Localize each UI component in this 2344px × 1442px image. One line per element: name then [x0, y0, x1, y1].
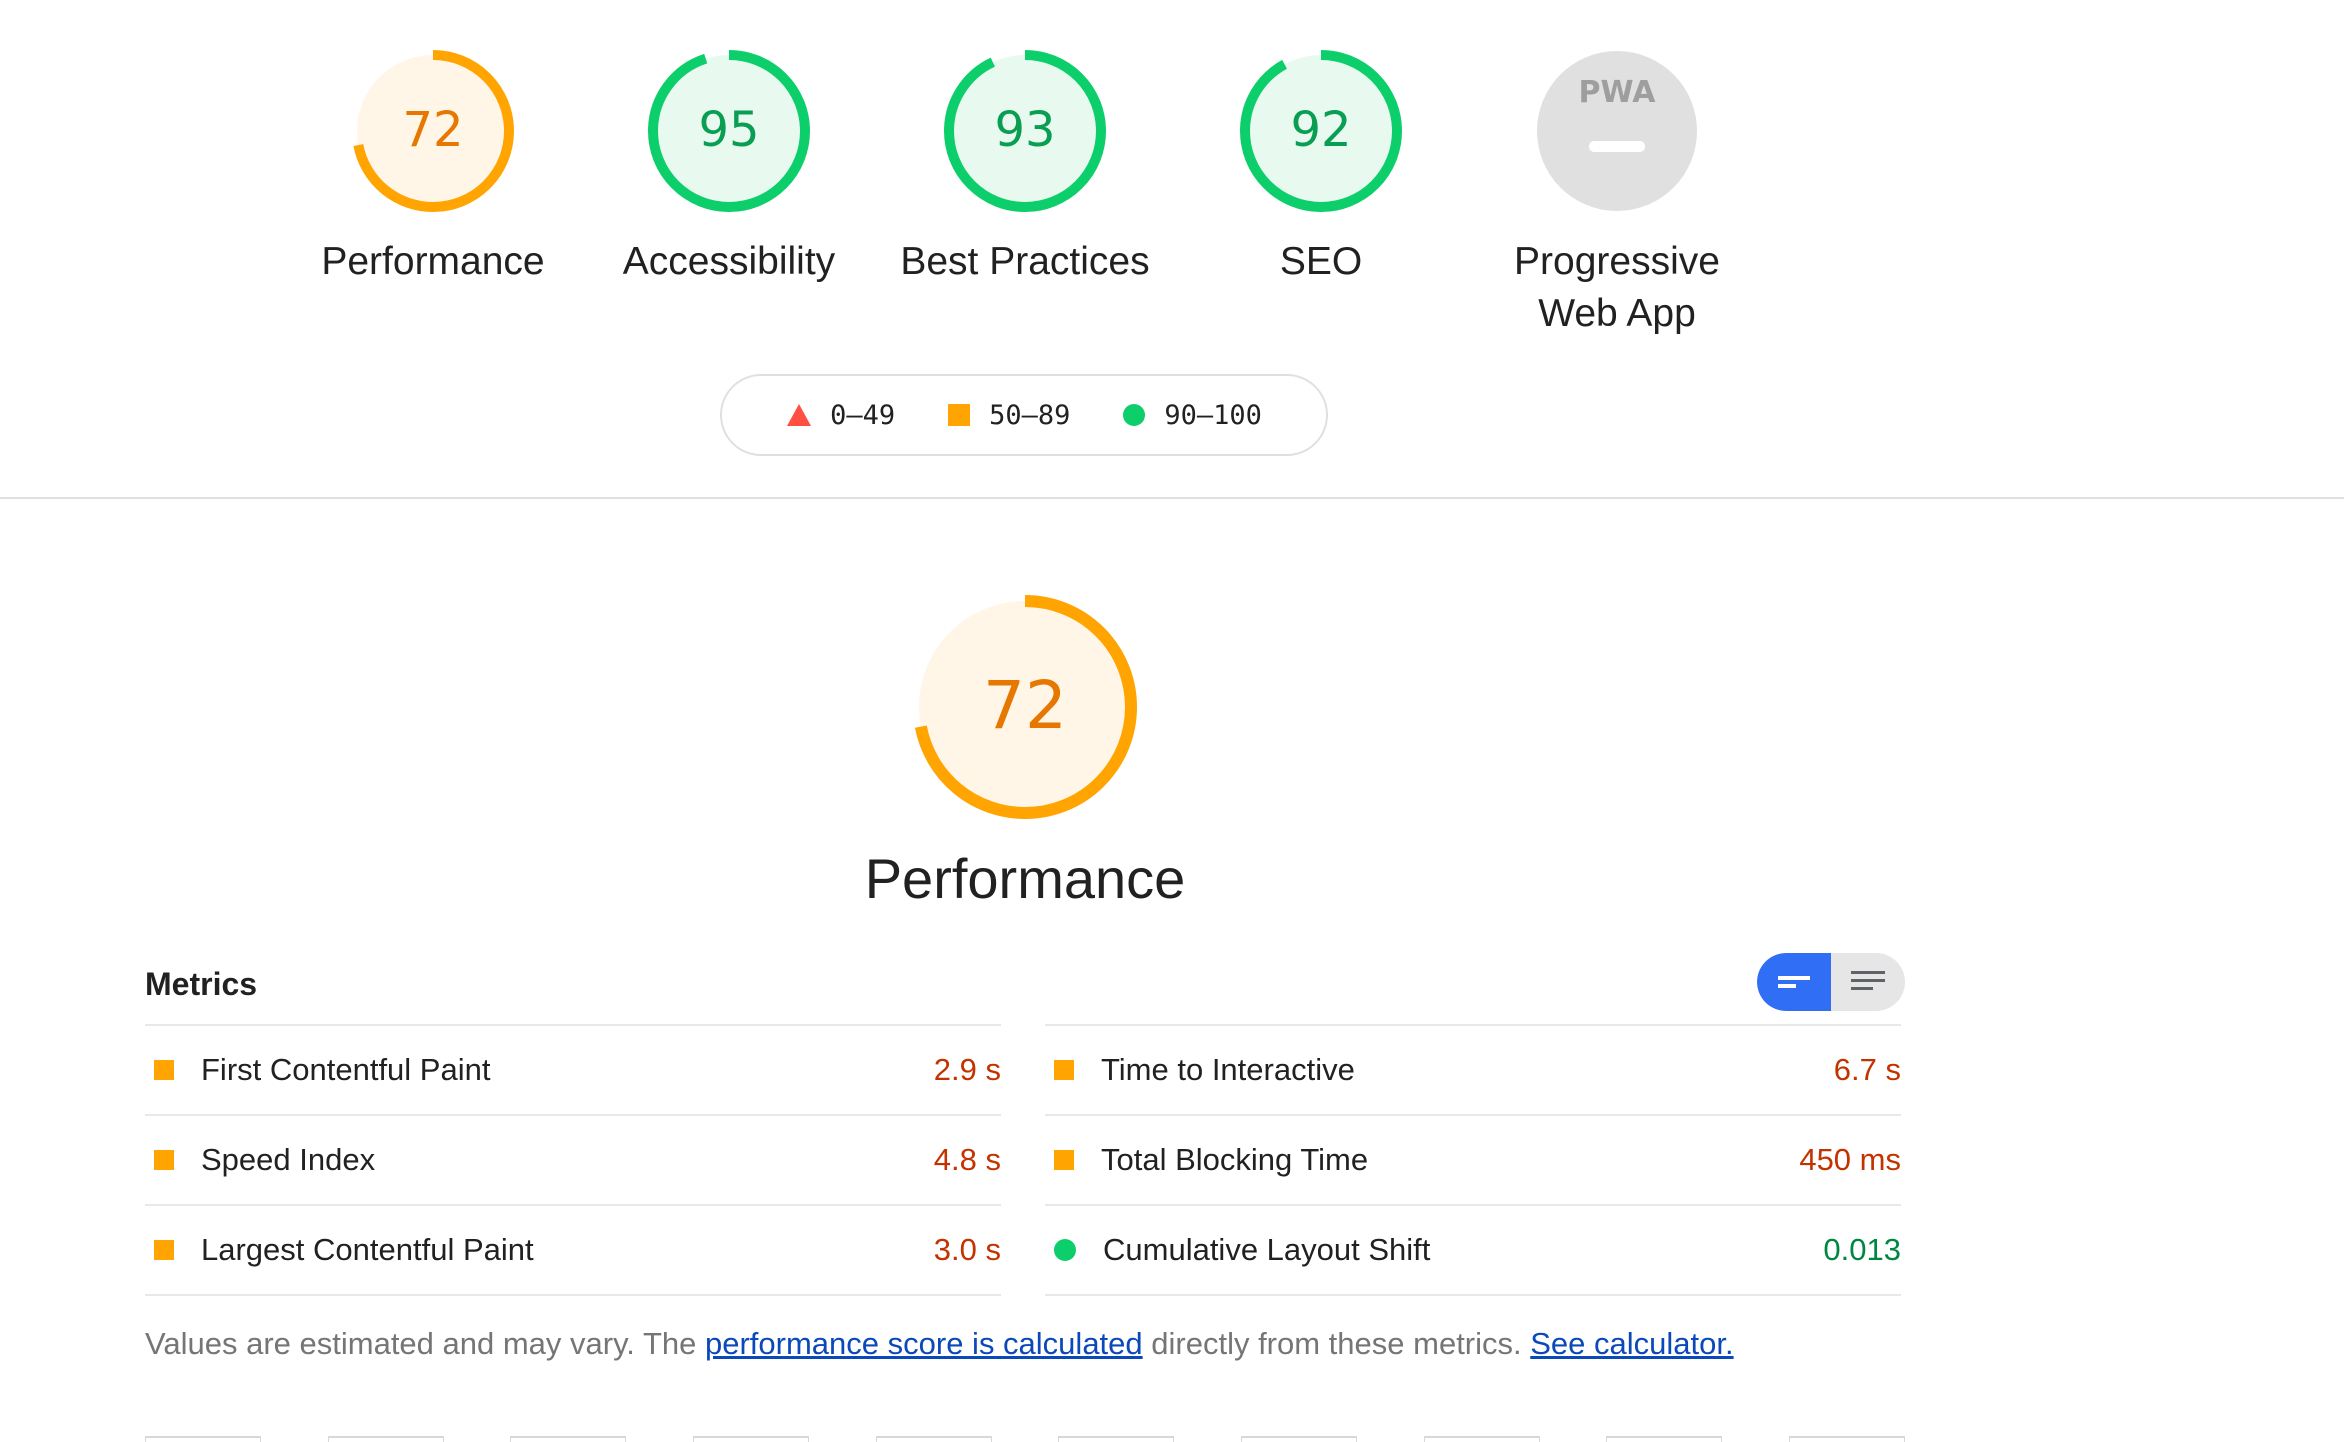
metric-name: Time to Interactive [1101, 1052, 1355, 1087]
performance-score: 72 [402, 102, 463, 158]
metrics-footnote: Values are estimated and may vary. The p… [145, 1326, 1734, 1362]
metrics-column-right: Time to Interactive 6.7 s Total Blocking… [1045, 1024, 1901, 1296]
seo-gauge-ring: 92 [1240, 50, 1402, 212]
score-summary: 72 Performance 95 Accessibility 93 Best … [0, 0, 2344, 498]
filmstrip-frame[interactable] [692, 1436, 809, 1442]
performance-score-calculated-link[interactable]: performance score is calculated [705, 1326, 1143, 1361]
metric-row-total-blocking-time: Total Blocking Time 450 ms [1045, 1114, 1901, 1204]
footnote-middle: directly from these metrics. [1142, 1326, 1531, 1361]
accessibility-score: 95 [698, 102, 759, 158]
metrics-view-toggle[interactable] [1757, 953, 1905, 1011]
pwa-label-line1: Progressive [1514, 240, 1720, 283]
metric-name: Speed Index [201, 1142, 376, 1177]
best-practices-gauge-ring: 93 [944, 50, 1106, 212]
metric-row-cumulative-layout-shift: Cumulative Layout Shift 0.013 [1045, 1204, 1901, 1296]
circle-icon [1123, 404, 1146, 426]
seo-score: 92 [1290, 102, 1351, 158]
accessibility-gauge-ring: 95 [648, 50, 810, 212]
legend-average: 50–89 [947, 400, 1070, 431]
metric-row-largest-contentful-paint: Largest Contentful Paint 3.0 s [145, 1204, 1001, 1296]
filmstrip-frame[interactable] [1788, 1436, 1905, 1442]
metric-value: 450 ms [1799, 1142, 1901, 1177]
filmstrip-frame[interactable] [1058, 1436, 1175, 1442]
metric-value: 3.0 s [933, 1232, 1001, 1267]
metric-row-first-contentful-paint: First Contentful Paint 2.9 s [145, 1024, 1001, 1114]
metric-value: 6.7 s [1833, 1052, 1901, 1087]
gauge-accessibility[interactable]: 95 Accessibility [599, 46, 859, 288]
pwa-label-line2: Web App [1538, 292, 1696, 335]
filmstrip [145, 1436, 1905, 1442]
pwa-badge-text: PWA [1579, 75, 1657, 110]
performance-gauge-ring: 72 [352, 50, 514, 212]
legend-fail: 0–49 [786, 400, 895, 431]
gauge-label-pwa: Progressive Web App [1487, 236, 1747, 340]
gauge-performance[interactable]: 72 Performance [303, 46, 563, 288]
filmstrip-frame[interactable] [510, 1436, 627, 1442]
triangle-icon [787, 404, 812, 426]
toggle-summary-view-button[interactable] [1757, 953, 1831, 1011]
square-icon [948, 404, 971, 426]
filmstrip-frame[interactable] [1240, 1436, 1357, 1442]
section-divider [0, 497, 2344, 499]
average-square-icon [154, 1060, 174, 1080]
filmstrip-frame[interactable] [1606, 1436, 1723, 1442]
average-square-icon [154, 1150, 174, 1170]
average-square-icon [1054, 1150, 1074, 1170]
legend-pass: 90–100 [1122, 400, 1262, 431]
average-square-icon [154, 1240, 174, 1260]
gauge-label-accessibility: Accessibility [622, 240, 836, 283]
metrics-heading: Metrics [145, 966, 258, 1002]
filmstrip-frame[interactable] [1423, 1436, 1540, 1442]
metric-value: 0.013 [1823, 1232, 1901, 1267]
metric-row-speed-index: Speed Index 4.8 s [145, 1114, 1001, 1204]
gauge-best-practices[interactable]: 93 Best Practices [895, 46, 1155, 288]
best-practices-score: 93 [994, 102, 1055, 158]
short-lines-icon [1778, 976, 1810, 988]
metric-row-time-to-interactive: Time to Interactive 6.7 s [1045, 1024, 1901, 1114]
metric-name: Total Blocking Time [1101, 1142, 1369, 1177]
gauge-label-performance: Performance [321, 240, 545, 283]
filmstrip-frame[interactable] [327, 1436, 444, 1442]
gauge-seo[interactable]: 92 SEO [1191, 46, 1451, 288]
gauge-label-best-practices: Best Practices [900, 240, 1150, 283]
performance-section-title: Performance [864, 847, 1186, 910]
lines-icon [1851, 971, 1885, 990]
metric-name: First Contentful Paint [201, 1052, 491, 1087]
metric-name: Largest Contentful Paint [201, 1232, 534, 1267]
toggle-detail-view-button[interactable] [1831, 953, 1905, 1011]
metric-value: 2.9 s [933, 1052, 1001, 1087]
average-square-icon [1054, 1060, 1074, 1080]
metrics-column-left: First Contentful Paint 2.9 s Speed Index… [145, 1024, 1001, 1296]
metric-value: 4.8 s [933, 1142, 1001, 1177]
performance-large-score: 72 [983, 667, 1067, 744]
legend-average-range: 50–89 [989, 399, 1071, 431]
performance-large-gauge: 72 [913, 595, 1137, 819]
pwa-icon: PWA [1537, 51, 1697, 211]
pwa-dash-icon [1589, 141, 1645, 152]
metric-name: Cumulative Layout Shift [1103, 1232, 1431, 1267]
gauge-label-seo: SEO [1279, 240, 1363, 283]
legend-fail-range: 0–49 [830, 399, 896, 431]
footnote-prefix: Values are estimated and may vary. The [145, 1326, 705, 1361]
pass-circle-icon [1054, 1239, 1076, 1261]
filmstrip-frame[interactable] [875, 1436, 992, 1442]
score-legend: 0–49 50–89 90–100 [720, 374, 1328, 456]
filmstrip-frame[interactable] [145, 1436, 261, 1442]
gauge-pwa[interactable]: PWA Progressive Web App [1487, 46, 1747, 340]
see-calculator-link[interactable]: See calculator. [1530, 1326, 1733, 1361]
legend-pass-range: 90–100 [1164, 399, 1262, 431]
